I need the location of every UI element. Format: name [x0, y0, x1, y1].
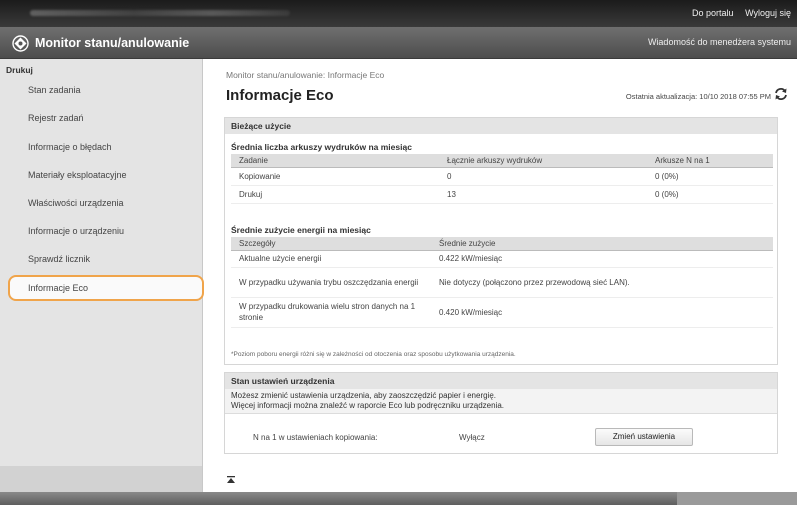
- sidebar-item-device-info[interactable]: Informacje o urządzeniu: [0, 218, 202, 246]
- portal-link[interactable]: Do portalu: [692, 8, 734, 18]
- table-cell: 0 (0%): [647, 185, 773, 204]
- energy-table: Szczegóły Średnie zużycie Aktualne użyci…: [231, 237, 773, 328]
- table-cell: 0.420 kW/miesiąc: [431, 297, 773, 328]
- sidebar: Drukuj Stan zadania Rejestr zadań Inform…: [0, 59, 204, 492]
- sidebar-item-check-counter[interactable]: Sprawdź licznik: [0, 246, 202, 274]
- n-on-1-copy-value: Wyłącz: [459, 433, 485, 442]
- table-header: Szczegóły: [231, 237, 431, 251]
- sidebar-item-device-features[interactable]: Właściwości urządzenia: [0, 190, 202, 218]
- sidebar-item-job-status[interactable]: Stan zadania: [0, 77, 202, 105]
- page-title: Informacje Eco: [226, 87, 334, 104]
- table-cell: W przypadku używania trybu oszczędzania …: [231, 267, 431, 298]
- canon-logo-icon: [12, 35, 29, 52]
- current-usage-panel: Bieżące użycie Średnia liczba arkuszy wy…: [224, 117, 778, 365]
- back-to-top-icon[interactable]: [226, 475, 236, 485]
- n-on-1-copy-label: N na 1 w ustawieniach kopiowania:: [253, 433, 378, 442]
- table-row: W przypadku używania trybu oszczędzania …: [231, 267, 773, 298]
- logout-link[interactable]: Wyloguj się: [745, 8, 791, 18]
- sidebar-item-label: Informacje o błędach: [28, 142, 112, 152]
- prints-section-title: Średnia liczba arkuszy wydruków na miesi…: [231, 142, 412, 152]
- energy-note: *Poziom poboru energii różni się w zależ…: [231, 351, 516, 358]
- energy-section-title: Średnie zużycie energii na miesiąc: [231, 225, 371, 235]
- table-row: Aktualne użycie energii 0.422 kW/miesiąc: [231, 250, 773, 268]
- table-cell: 0 (0%): [647, 167, 773, 186]
- table-row: Drukuj 13 0 (0%): [231, 185, 773, 204]
- sidebar-item-label: Rejestr zadań: [28, 113, 84, 123]
- message-to-admin-link[interactable]: Wiadomość do menedżera systemu: [648, 37, 791, 47]
- table-header: Średnie zużycie: [431, 237, 773, 251]
- sidebar-item-label: Informacje Eco: [28, 283, 89, 293]
- eco-settings-description: Możesz zmienić ustawienia urządzenia, ab…: [225, 389, 777, 414]
- sidebar-section-title: Drukuj: [6, 65, 33, 75]
- table-cell: Drukuj: [231, 185, 439, 204]
- eco-text-line: Więcej informacji można znaleźć w raporc…: [231, 401, 505, 410]
- sidebar-footer: [0, 466, 202, 492]
- change-settings-button[interactable]: Zmień ustawienia: [595, 428, 693, 446]
- last-update-text: Ostatnia aktualizacja: 10/10 2018 07:55 …: [625, 92, 771, 101]
- table-cell: Aktualne użycie energii: [231, 250, 431, 268]
- bottom-bar-right: [677, 492, 797, 505]
- blurred-device-info: [30, 10, 290, 16]
- sidebar-item-label: Informacje o urządzeniu: [28, 226, 125, 236]
- sidebar-item-label: Materiały eksploatacyjne: [28, 170, 127, 180]
- sidebar-item-consumables[interactable]: Materiały eksploatacyjne: [0, 162, 202, 190]
- eco-settings-panel: Stan ustawień urządzenia Możesz zmienić …: [224, 372, 778, 454]
- app-title: Monitor stanu/anulowanie: [35, 36, 190, 50]
- prints-table: Zadanie Łącznie arkuszy wydruków Arkusze…: [231, 154, 773, 204]
- sidebar-item-eco-info[interactable]: Informacje Eco: [8, 275, 204, 301]
- sidebar-item-label: Właściwości urządzenia: [28, 198, 124, 208]
- table-cell: Nie dotyczy (połączono przez przewodową …: [431, 267, 773, 298]
- refresh-icon[interactable]: [773, 86, 789, 102]
- current-usage-header: Bieżące użycie: [225, 118, 777, 134]
- breadcrumb[interactable]: Monitor stanu/anulowanie: Informacje Eco: [226, 70, 384, 80]
- table-cell: 0: [439, 167, 647, 186]
- sidebar-item-label: Stan zadania: [28, 85, 81, 95]
- table-header: Arkusze N na 1: [647, 154, 773, 168]
- top-bar: Do portalu Wyloguj się: [0, 0, 797, 27]
- sidebar-item-job-log[interactable]: Rejestr zadań: [0, 105, 202, 133]
- table-cell: W przypadku drukowania wielu stron danyc…: [231, 297, 431, 328]
- table-cell: 13: [439, 185, 647, 204]
- top-links: Do portalu Wyloguj się: [683, 8, 791, 18]
- eco-text-line: Możesz zmienić ustawienia urządzenia, ab…: [231, 391, 497, 400]
- table-header: Łącznie arkuszy wydruków: [439, 154, 647, 168]
- table-header: Zadanie: [231, 154, 439, 168]
- table-row: W przypadku drukowania wielu stron danyc…: [231, 297, 773, 328]
- app-header: Monitor stanu/anulowanie Wiadomość do me…: [0, 27, 797, 59]
- sidebar-item-error-info[interactable]: Informacje o błędach: [0, 134, 202, 162]
- table-cell: 0.422 kW/miesiąc: [431, 250, 773, 268]
- table-row: Kopiowanie 0 0 (0%): [231, 167, 773, 186]
- sidebar-item-label: Sprawdź licznik: [28, 254, 91, 264]
- bottom-bar: [0, 492, 797, 505]
- main-content: Monitor stanu/anulowanie: Informacje Eco…: [204, 59, 797, 492]
- eco-settings-header: Stan ustawień urządzenia: [225, 373, 777, 389]
- table-cell: Kopiowanie: [231, 167, 439, 186]
